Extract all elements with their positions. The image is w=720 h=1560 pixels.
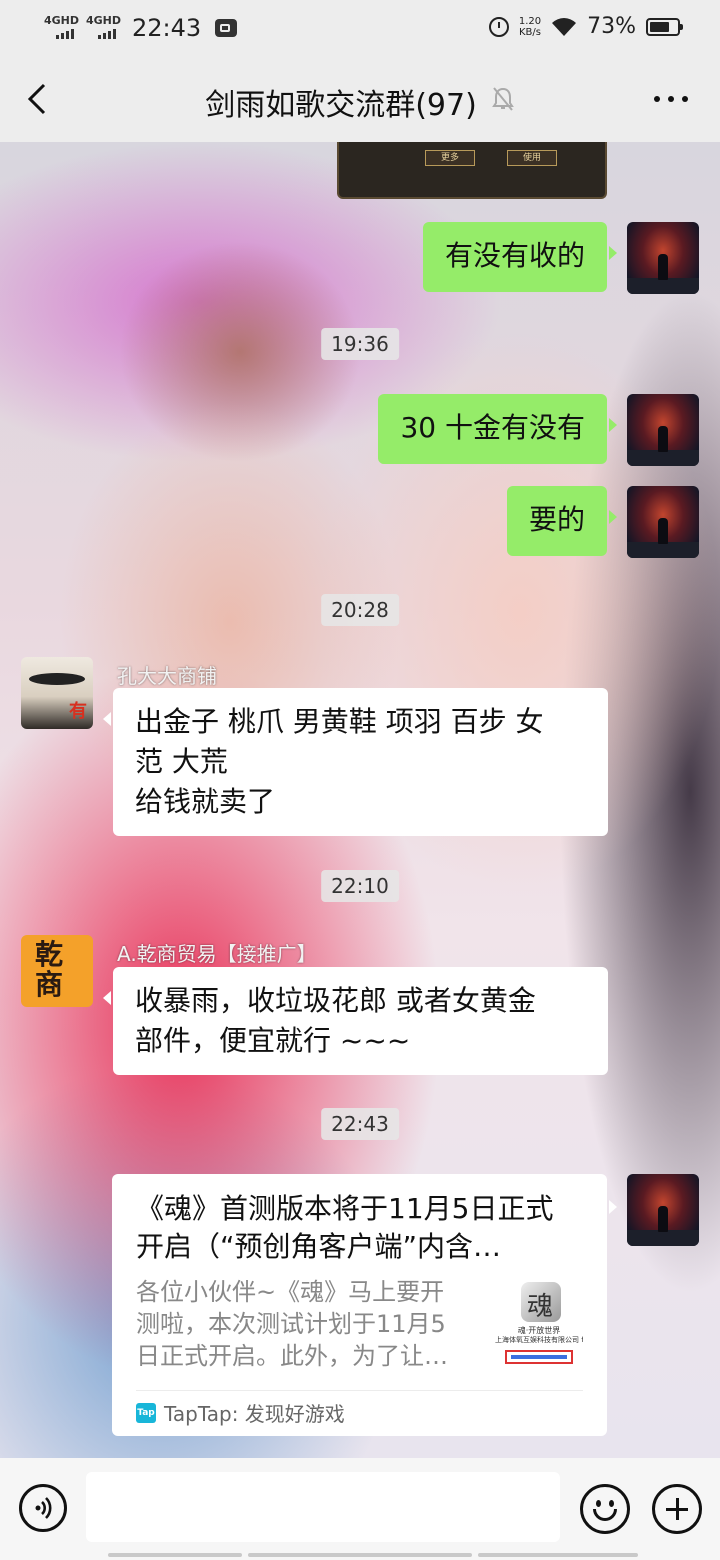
self-avatar[interactable]: [627, 222, 699, 294]
link-card-title: 《魂》首测版本将于11月5日正式 开启（“预创角客户端”内含…: [136, 1190, 583, 1266]
link-card-desc-line: 日正式开启。此外，为了让…: [136, 1342, 448, 1370]
message-bubble[interactable]: 要的: [506, 486, 618, 556]
net-speed: 1.20 KB/s: [519, 16, 541, 38]
game-more-label: 更多: [425, 150, 475, 166]
self-avatar[interactable]: [627, 394, 699, 466]
plus-icon[interactable]: [652, 1484, 702, 1534]
signal-icon-2: 4GHD: [86, 14, 122, 41]
sender-avatar[interactable]: 乾 商: [21, 935, 93, 1007]
message-bubble[interactable]: 有没有收的: [422, 222, 618, 292]
link-card-desc-line: 测啦，本次测试计划于11月5: [136, 1310, 446, 1338]
message-bubble[interactable]: 出金子 桃爪 男黄鞋 项羽 百步 女 范 大荒 给钱就卖了: [103, 688, 608, 836]
game-use-label: 使用: [507, 150, 557, 166]
sender-name[interactable]: 孔大大商铺: [117, 660, 217, 689]
battery-percent: 73%: [587, 14, 636, 39]
message-bubble[interactable]: 30 十金有没有: [378, 394, 617, 464]
avatar-char: 有: [69, 701, 87, 722]
clock: 22:43: [132, 14, 202, 42]
link-card-source-label: TapTap: 发现好游戏: [164, 1402, 345, 1426]
alarm-icon: [488, 16, 509, 37]
net-speed-unit: KB/s: [518, 26, 541, 38]
message-bubble[interactable]: 收暴雨，收垃圾花郎 或者女黄金 部件，便宜就行 ~~~: [103, 967, 608, 1075]
self-avatar[interactable]: [627, 486, 699, 558]
message-line: 范 大荒: [135, 745, 228, 778]
battery-icon: [646, 17, 683, 36]
timestamp: 19:36: [321, 328, 399, 360]
link-card-thumbnail: 魂·开放世界 上海体氧互娱科技有限公司 for i: [495, 1280, 583, 1370]
network-type-1: 4GHD: [44, 14, 80, 27]
link-card-desc-line: 各位小伙伴~《魂》马上要开: [136, 1278, 445, 1306]
link-card-title-line: 开启（“预创角客户端”内含…: [136, 1230, 502, 1263]
self-avatar[interactable]: [627, 1174, 699, 1246]
mute-icon: [491, 85, 515, 120]
avatar-char: 乾: [35, 938, 64, 971]
message-line: 部件，便宜就行 ~~~: [135, 1024, 411, 1057]
message-input[interactable]: [86, 1472, 560, 1542]
network-type-2: 4GHD: [86, 14, 122, 27]
wifi-icon: [551, 17, 577, 37]
game-screenshot-image[interactable]: 更多 使用: [337, 142, 607, 199]
link-card[interactable]: 《魂》首测版本将于11月5日正式 开启（“预创角客户端”内含… 各位小伙伴~《魂…: [112, 1174, 617, 1436]
sender-avatar[interactable]: 有: [21, 657, 93, 729]
voice-icon[interactable]: [19, 1484, 67, 1532]
emoji-icon[interactable]: [580, 1484, 630, 1534]
chat-title: 剑雨如歌交流群(97): [205, 88, 477, 123]
net-speed-value: 1.20: [518, 15, 542, 27]
timestamp: 22:10: [321, 870, 399, 902]
timestamp: 20:28: [321, 594, 399, 626]
chat-area[interactable]: 更多 使用 有没有收的 19:36 30 十金有没有 要的 20:28 有 孔大…: [0, 142, 720, 1458]
gesture-bar: [0, 1550, 720, 1560]
message-line: 出金子 桃爪 男黄鞋 项羽 百步 女: [135, 705, 544, 738]
link-card-description: 各位小伙伴~《魂》马上要开 测啦，本次测试计划于11月5 日正式开启。此外，为了…: [136, 1276, 466, 1372]
status-bar: 4GHD 4GHD 22:43 1.20 KB/s 73%: [0, 0, 720, 56]
timestamp: 22:43: [321, 1108, 399, 1140]
link-card-source: Tap TapTap: 发现好游戏: [136, 1398, 345, 1427]
more-icon[interactable]: [654, 96, 688, 102]
message-line: 给钱就卖了: [135, 785, 276, 818]
avatar-char: 商: [35, 968, 64, 1001]
divider: [136, 1390, 583, 1391]
thumbnail-caption: 魂·开放世界: [517, 1326, 561, 1335]
thumbnail-button-graphic: [505, 1350, 573, 1364]
link-card-title-line: 《魂》首测版本将于11月5日正式: [136, 1192, 554, 1225]
signal-icon: 4GHD: [44, 14, 80, 41]
message-line: 收暴雨，收垃圾花郎 或者女黄金: [135, 984, 536, 1017]
app-notification-icon: [215, 19, 238, 37]
thumbnail-publisher: 上海体氧互娱科技有限公司 for i: [495, 1336, 583, 1344]
sender-name[interactable]: A.乾商贸易【接推广】: [117, 938, 317, 967]
title-bar: 剑雨如歌交流群(97): [0, 56, 720, 142]
game-logo-icon: [521, 1282, 561, 1323]
input-bar: [0, 1458, 720, 1560]
taptap-icon: Tap: [136, 1402, 156, 1423]
